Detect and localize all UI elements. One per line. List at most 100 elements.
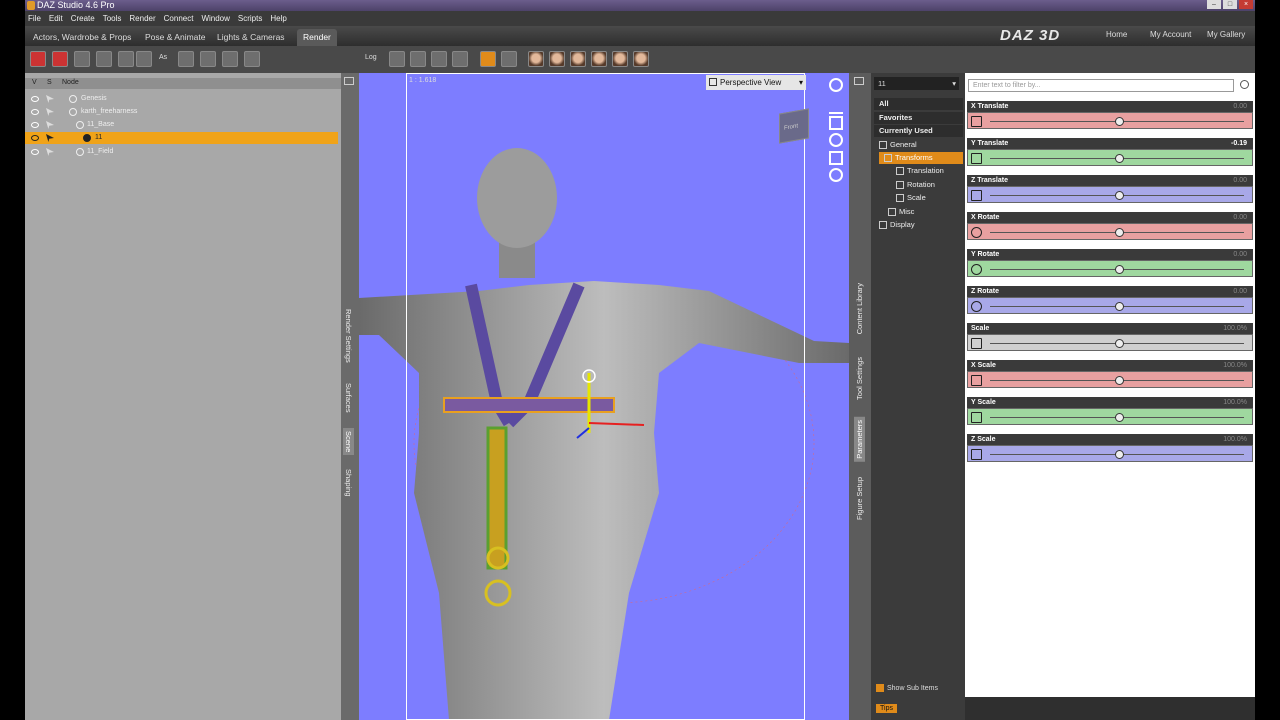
active-tool-icon[interactable]: [480, 51, 496, 67]
param-slider[interactable]: [967, 371, 1253, 388]
pane-menu-icon[interactable]: [344, 77, 354, 85]
pane-menu-icon[interactable]: [854, 77, 864, 85]
param-value[interactable]: 100.0%: [1223, 360, 1247, 371]
open-scene-icon[interactable]: [52, 51, 68, 67]
scene-node-11[interactable]: 11: [25, 132, 338, 144]
new-scene-icon[interactable]: [30, 51, 46, 67]
tab-render[interactable]: Render: [297, 29, 337, 46]
slider-knob[interactable]: [1115, 191, 1124, 200]
menu-file[interactable]: File: [28, 14, 41, 23]
param-value[interactable]: 0.00: [1233, 286, 1247, 297]
tips-button[interactable]: Tips: [876, 704, 897, 713]
my-account-link[interactable]: My Account: [1150, 30, 1191, 39]
param-slider[interactable]: [967, 149, 1253, 166]
param-slider[interactable]: [967, 186, 1253, 203]
slider-knob[interactable]: [1115, 376, 1124, 385]
tab-pose-animate[interactable]: Pose & Animate: [139, 29, 211, 46]
tree-misc[interactable]: Misc: [883, 206, 963, 218]
menu-scripts[interactable]: Scripts: [238, 14, 262, 23]
figure-preset-2-icon[interactable]: [549, 51, 565, 67]
maximize-button[interactable]: □: [1223, 0, 1237, 9]
param-value[interactable]: 0.00: [1233, 212, 1247, 223]
param-value[interactable]: 0.00: [1233, 249, 1247, 260]
slider-knob[interactable]: [1115, 339, 1124, 348]
pose-tool-icon[interactable]: [136, 51, 152, 67]
zoom-icon[interactable]: [829, 133, 843, 147]
viewport[interactable]: 1 : 1.618 Perspective View ▾ Front: [359, 73, 849, 720]
eye-icon[interactable]: [31, 109, 39, 115]
tree-transforms[interactable]: Transforms: [879, 152, 963, 164]
param-slider[interactable]: [967, 334, 1253, 351]
scene-node-11-field[interactable]: 11_Field: [25, 146, 338, 158]
merge-icon[interactable]: [96, 51, 112, 67]
slider-knob[interactable]: [1115, 450, 1124, 459]
slider-knob[interactable]: [1115, 413, 1124, 422]
menu-tools[interactable]: Tools: [103, 14, 122, 23]
param-slider[interactable]: [967, 297, 1253, 314]
eye-icon[interactable]: [31, 149, 39, 155]
param-slider[interactable]: [967, 112, 1253, 129]
tab-lights-cameras[interactable]: Lights & Cameras: [211, 29, 291, 46]
param-slider[interactable]: [967, 223, 1253, 240]
param-slider[interactable]: [967, 408, 1253, 425]
tree-translation[interactable]: Translation: [891, 165, 963, 177]
reset-view-icon[interactable]: [829, 168, 843, 182]
tree-currently-used[interactable]: Currently Used: [874, 125, 963, 137]
param-value[interactable]: 100.0%: [1223, 323, 1247, 334]
scale-icon[interactable]: [222, 51, 238, 67]
tab-actors-wardrobe-props[interactable]: Actors, Wardrobe & Props: [27, 29, 137, 46]
menu-create[interactable]: Create: [71, 14, 95, 23]
orbit-icon[interactable]: [829, 100, 843, 114]
minimize-button[interactable]: –: [1207, 0, 1221, 9]
menu-window[interactable]: Window: [201, 14, 229, 23]
slider-knob[interactable]: [1115, 302, 1124, 311]
tree-all[interactable]: All: [874, 98, 963, 110]
tab-content-library[interactable]: Content Library: [855, 283, 864, 334]
menu-connect[interactable]: Connect: [164, 14, 194, 23]
view-cube[interactable]: Front: [779, 108, 809, 144]
pointer-icon[interactable]: [46, 134, 54, 142]
eye-icon[interactable]: [31, 96, 39, 102]
param-value[interactable]: 100.0%: [1223, 397, 1247, 408]
show-sub-items-checkbox[interactable]: Show Sub Items: [876, 684, 938, 692]
figure-preset-1-icon[interactable]: [528, 51, 544, 67]
home-link[interactable]: Home: [1106, 30, 1127, 39]
universal-tool-icon[interactable]: [244, 51, 260, 67]
param-slider[interactable]: [967, 260, 1253, 277]
view-select[interactable]: Perspective View ▾: [706, 75, 806, 90]
save-scene-icon[interactable]: [74, 51, 90, 67]
node-select[interactable]: 11 ▾: [874, 77, 959, 90]
rotate-icon[interactable]: [200, 51, 216, 67]
node-select-icon[interactable]: [118, 51, 134, 67]
slider-knob[interactable]: [1115, 154, 1124, 163]
tree-rotation[interactable]: Rotation: [891, 179, 963, 191]
frame-icon[interactable]: [829, 151, 843, 165]
menu-help[interactable]: Help: [270, 14, 286, 23]
tab-scene[interactable]: Scene: [343, 428, 354, 456]
menu-render[interactable]: Render: [129, 14, 155, 23]
param-value[interactable]: 0.00: [1233, 175, 1247, 186]
view-camera-icon[interactable]: [501, 51, 517, 67]
figure-preset-4-icon[interactable]: [591, 51, 607, 67]
figure-preset-5-icon[interactable]: [612, 51, 628, 67]
tab-figure-setup[interactable]: Figure Setup: [855, 477, 864, 520]
menu-edit[interactable]: Edit: [49, 14, 63, 23]
param-value[interactable]: 0.00: [1233, 101, 1247, 112]
tree-scale[interactable]: Scale: [891, 192, 963, 204]
pointer-icon[interactable]: [46, 108, 54, 116]
tab-render-settings[interactable]: Render Settings: [344, 309, 353, 363]
scene-node-genesis[interactable]: Genesis: [25, 93, 338, 105]
figure-preset-3-icon[interactable]: [570, 51, 586, 67]
transform-icon[interactable]: [178, 51, 194, 67]
tab-parameters[interactable]: Parameters: [854, 417, 865, 462]
close-button[interactable]: ×: [1239, 0, 1253, 9]
pointer-icon[interactable]: [46, 148, 54, 156]
figure-preset-6-icon[interactable]: [633, 51, 649, 67]
tree-general[interactable]: General: [874, 139, 963, 151]
param-value[interactable]: -0.19: [1231, 138, 1247, 149]
spot-render-icon[interactable]: [452, 51, 468, 67]
eye-icon[interactable]: [31, 135, 39, 141]
tab-surfaces[interactable]: Surfaces: [344, 383, 353, 413]
slider-knob[interactable]: [1115, 117, 1124, 126]
slider-knob[interactable]: [1115, 265, 1124, 274]
